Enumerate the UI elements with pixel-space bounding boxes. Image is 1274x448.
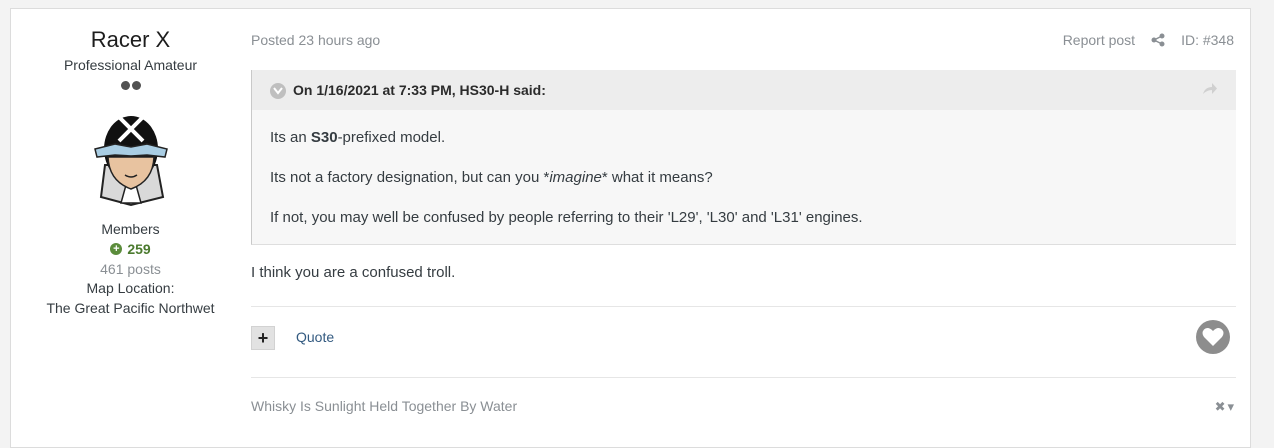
report-post-link[interactable]: Report post xyxy=(1063,32,1135,48)
post-meta-actions: Report post ID: #348 xyxy=(1063,32,1234,48)
signature-control[interactable]: ✖ ▾ xyxy=(1215,399,1234,415)
quote-button[interactable]: Quote xyxy=(296,329,334,345)
rank-pips xyxy=(11,81,250,90)
divider xyxy=(251,306,1236,307)
divider xyxy=(251,377,1236,378)
quote-citation: On 1/16/2021 at 7:33 PM, HS30-H said: xyxy=(293,82,546,98)
multiquote-button[interactable]: + xyxy=(251,326,275,350)
post-count: 461 posts xyxy=(100,261,161,277)
reply-arrow-icon[interactable] xyxy=(1202,82,1218,96)
author-title: Professional Amateur xyxy=(63,57,198,73)
rank-pip xyxy=(120,81,130,90)
quote-line: Its not a factory designation, but can y… xyxy=(270,169,713,186)
post-content: I think you are a confused troll. xyxy=(251,264,456,281)
author-name[interactable]: Racer X xyxy=(11,27,250,53)
signature: Whisky Is Sunlight Held Together By Wate… xyxy=(251,398,518,414)
plus-circle-icon: + xyxy=(110,243,123,255)
rank-pip xyxy=(131,81,141,90)
quote-body: Its an S30-prefixed model. Its not a fac… xyxy=(270,129,863,249)
chevron-down-icon[interactable] xyxy=(270,83,286,99)
quote-block: On 1/16/2021 at 7:33 PM, HS30-H said: It… xyxy=(251,70,1236,245)
reputation-count: 259 xyxy=(127,241,151,257)
reaction-button[interactable] xyxy=(1196,320,1230,354)
quote-italic-text: imagine xyxy=(549,169,602,186)
location-value: The Great Pacific Northwet xyxy=(46,300,215,316)
quote-header: On 1/16/2021 at 7:33 PM, HS30-H said: xyxy=(252,70,1236,110)
post-date[interactable]: Posted 23 hours ago xyxy=(251,32,380,48)
reputation: + 259 xyxy=(11,241,250,257)
share-icon[interactable] xyxy=(1151,33,1165,47)
close-icon[interactable]: ✖ xyxy=(1215,399,1226,415)
chevron-down-icon[interactable]: ▾ xyxy=(1227,399,1234,415)
member-group: Members xyxy=(101,221,160,237)
post-id[interactable]: ID: #348 xyxy=(1181,32,1234,48)
quote-line: If not, you may well be confused by peop… xyxy=(270,209,863,226)
avatar[interactable] xyxy=(91,111,171,207)
forum-post: Racer X Professional Amateur Members + 2… xyxy=(10,8,1251,448)
heart-icon xyxy=(1202,328,1224,346)
location-label: Map Location: xyxy=(86,280,175,296)
quote-line: Its an S30-prefixed model. xyxy=(270,129,446,146)
quote-bold-text: S30 xyxy=(310,129,338,146)
